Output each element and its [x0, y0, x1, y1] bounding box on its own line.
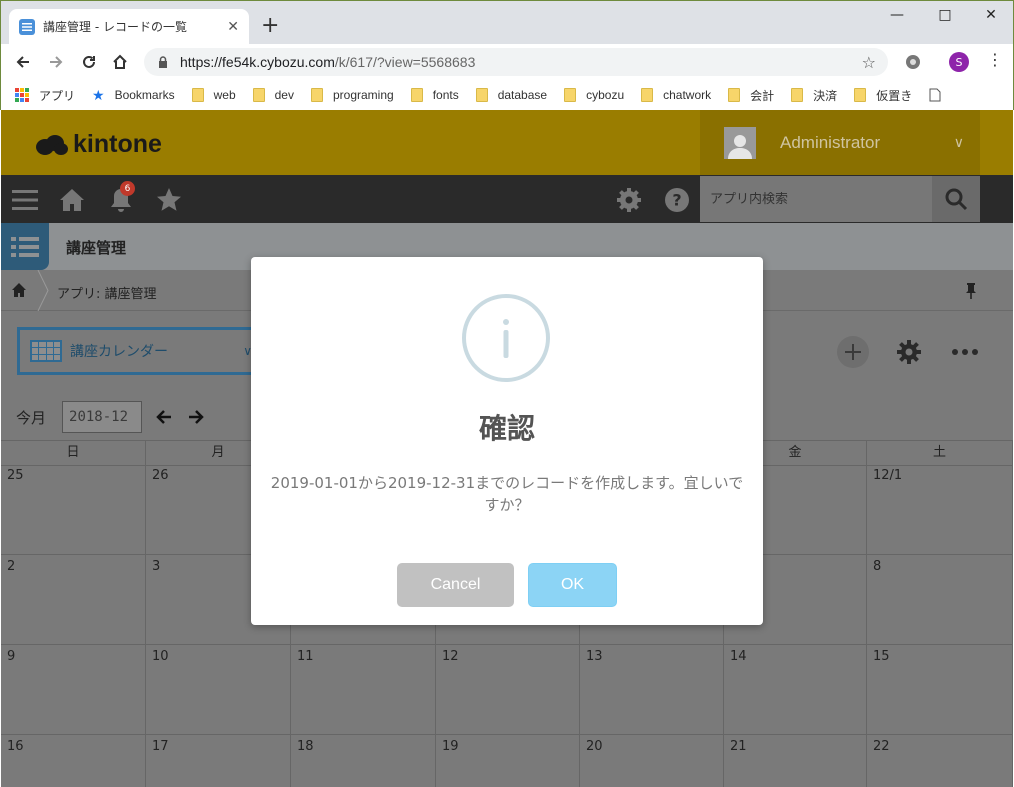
bookmark-folder-fonts[interactable]: fonts	[410, 88, 459, 102]
folder-icon	[310, 88, 323, 102]
bookmark-label: 決済	[813, 88, 838, 103]
bookmark-folder-temp[interactable]: 仮置き	[854, 87, 912, 104]
bookmark-bookmarks[interactable]: ★ Bookmarks	[92, 87, 175, 104]
url-host: https://fe54k.cybozu.com	[180, 54, 335, 70]
bookmark-label: 会計	[750, 88, 775, 103]
folder-icon	[475, 88, 488, 102]
page-icon	[929, 88, 941, 102]
bookmark-folder-payment[interactable]: 決済	[791, 87, 837, 104]
bookmark-apps[interactable]: アプリ	[15, 87, 75, 104]
bookmark-label: Bookmarks	[114, 88, 175, 102]
bookmark-label: database	[497, 88, 548, 102]
bookmark-label: web	[213, 88, 236, 102]
browser-menu-icon[interactable]: ⋮	[987, 50, 1003, 69]
browser-window: 講座管理 - レコードの一覧 ✕ + — □ ✕ https://fe54k.c…	[0, 0, 1014, 110]
folder-icon	[191, 88, 204, 102]
maximize-icon[interactable]: □	[935, 7, 955, 23]
address-bar[interactable]: https://fe54k.cybozu.com/k/617/?view=556…	[144, 48, 888, 76]
reload-icon[interactable]	[79, 52, 99, 72]
minimize-icon[interactable]: —	[887, 7, 907, 23]
folder-icon	[641, 88, 654, 102]
forward-icon[interactable]	[46, 52, 66, 72]
apps-grid-icon	[15, 88, 29, 102]
folder-icon	[728, 88, 741, 102]
profile-avatar[interactable]: S	[949, 52, 969, 72]
browser-toolbar: https://fe54k.cybozu.com/k/617/?view=556…	[1, 44, 1013, 80]
folder-icon	[791, 88, 804, 102]
confirm-dialog: 確認 2019-01-01から2019-12-31までのレコードを作成します。宜…	[251, 257, 763, 625]
bookmark-label: アプリ	[39, 88, 76, 103]
star-icon: ★	[92, 86, 105, 103]
cancel-button[interactable]: Cancel	[397, 563, 514, 607]
browser-tab[interactable]: 講座管理 - レコードの一覧 ✕	[9, 9, 249, 44]
folder-icon	[252, 88, 265, 102]
bookmarks-bar: アプリ ★ Bookmarks web dev programing fonts …	[1, 80, 1013, 110]
bookmark-label: programing	[332, 88, 394, 102]
dialog-message: 2019-01-01から2019-12-31までのレコードを作成します。宜しいで…	[270, 474, 744, 514]
url-text: https://fe54k.cybozu.com/k/617/?view=556…	[180, 54, 862, 70]
tab-strip: 講座管理 - レコードの一覧 ✕ + — □ ✕	[1, 1, 1013, 44]
folder-icon	[410, 88, 423, 102]
extension-icon[interactable]	[904, 53, 922, 75]
back-icon[interactable]	[13, 52, 33, 72]
bookmark-label: 仮置き	[876, 88, 913, 103]
bookmark-label: cybozu	[586, 88, 625, 102]
bookmark-folder-chatwork[interactable]: chatwork	[641, 88, 711, 102]
lock-icon	[159, 56, 167, 68]
window-close-icon[interactable]: ✕	[981, 7, 1001, 23]
tab-title: 講座管理 - レコードの一覧	[43, 20, 187, 34]
tab-close-icon[interactable]: ✕	[227, 19, 239, 35]
bookmark-label: chatwork	[663, 88, 712, 102]
ok-button[interactable]: OK	[528, 563, 617, 607]
folder-icon	[564, 88, 577, 102]
url-path: /k/617/?view=5568683	[334, 54, 476, 70]
folder-icon	[854, 88, 867, 102]
bookmark-label: dev	[274, 88, 294, 102]
bookmark-page[interactable]	[929, 88, 941, 102]
bookmark-folder-web[interactable]: web	[191, 88, 236, 102]
bookmark-label: fonts	[432, 88, 459, 102]
home-icon[interactable]	[110, 52, 130, 72]
bookmark-folder-programing[interactable]: programing	[310, 88, 394, 102]
bookmark-folder-accounting[interactable]: 会計	[728, 87, 774, 104]
bookmark-star-icon[interactable]: ☆	[862, 53, 876, 72]
app-list-icon	[19, 18, 35, 35]
bookmark-folder-database[interactable]: database	[475, 88, 548, 102]
dialog-title: 確認	[478, 412, 535, 445]
new-tab-button[interactable]: +	[261, 15, 279, 37]
bookmark-folder-dev[interactable]: dev	[252, 88, 294, 102]
bookmark-folder-cybozu[interactable]: cybozu	[564, 88, 624, 102]
info-icon	[462, 294, 550, 382]
